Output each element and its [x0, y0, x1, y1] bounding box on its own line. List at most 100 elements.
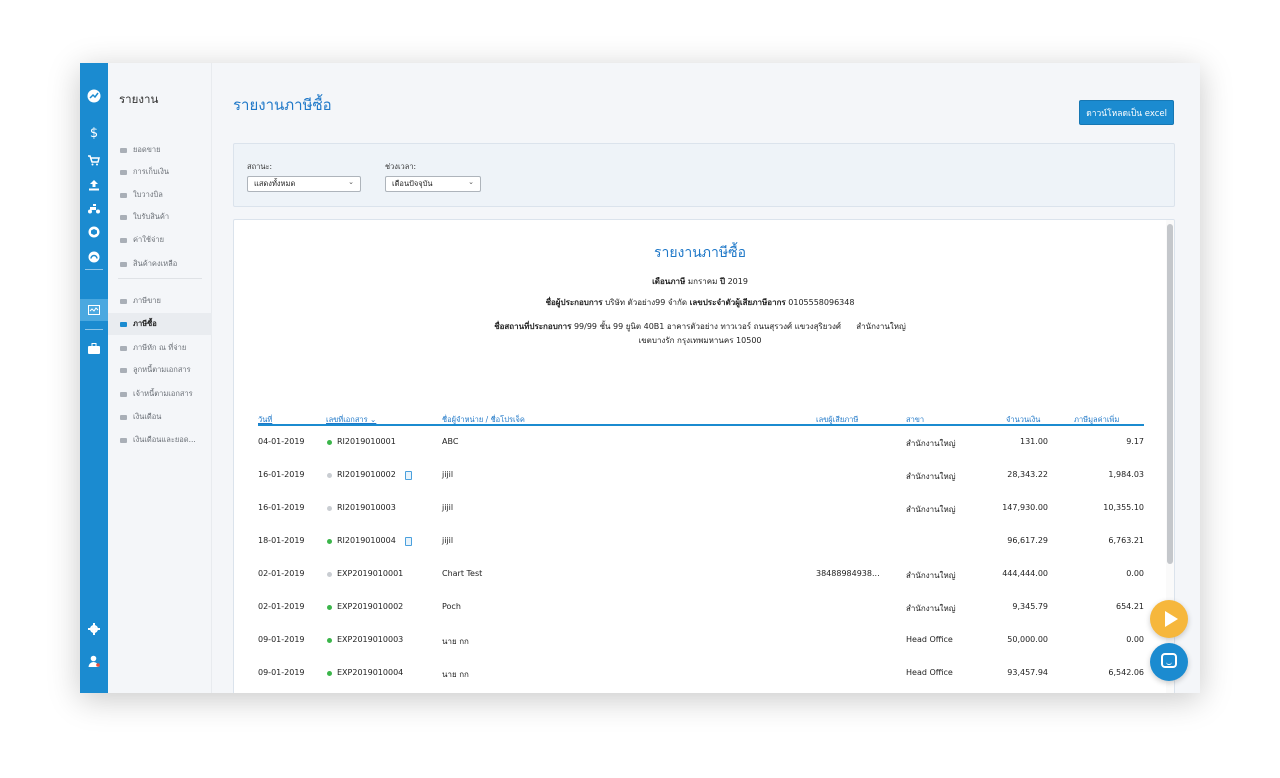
subnav-item-label: การเก็บเงิน — [133, 167, 169, 176]
subnav-item-salary-totals[interactable]: เงินเดือนและยอด... — [108, 429, 212, 451]
subnav-item-label: ค่าใช้จ่าย — [133, 235, 164, 244]
table-row[interactable]: 02-01-2019 EXP2019010001 Chart Test 3848898… — [258, 564, 1144, 586]
row-doc-link[interactable]: EXP2019010002 — [337, 602, 403, 611]
subnav-item-label: เงินเดือน — [133, 412, 162, 421]
row-doc-link[interactable]: EXP2019010004 — [337, 668, 403, 677]
trend-icon[interactable] — [80, 85, 108, 107]
table-row[interactable]: 02-01-2019 EXP2019010002 Poch สำนักงานใหญ่ 9… — [258, 597, 1144, 619]
row-branch: สำนักงานใหญ่ — [906, 439, 956, 448]
status-select-value: แสดงทั้งหมด — [254, 179, 296, 188]
row-branch: สำนักงานใหญ่ — [906, 472, 956, 481]
status-dot-grey — [327, 572, 332, 577]
row-date: 02-01-2019 — [258, 569, 305, 578]
col-taxpayer: เลขผู้เสียภาษี — [816, 415, 859, 424]
cart-icon[interactable] — [80, 149, 108, 171]
list-icon — [120, 169, 127, 175]
col-date[interactable]: วันที่ — [258, 414, 272, 426]
play-icon — [1165, 611, 1178, 627]
subnav-divider — [118, 278, 202, 279]
subnav-item-billing[interactable]: ใบวางบิล — [108, 184, 212, 206]
dollar-icon[interactable]: $ — [80, 122, 108, 144]
tax-year-value: 2019 — [727, 277, 748, 286]
row-doc-link[interactable]: RI2019010002 — [337, 470, 396, 479]
report-icon[interactable] — [80, 299, 108, 321]
period-select[interactable]: เดือนปัจจุบัน ⌄ — [385, 176, 481, 192]
subnav-item-salary[interactable]: เงินเดือน — [108, 406, 212, 428]
subnav-item-receiving[interactable]: ใบรับสินค้า — [108, 206, 212, 228]
table-row[interactable]: 18-01-2019 RI2019010004 jijil 96,617.29 6,76… — [258, 531, 1144, 553]
subnav-item-purchase-tax[interactable]: ภาษีซื้อ — [108, 313, 212, 335]
attachment-icon[interactable] — [405, 471, 412, 480]
period-label: ช่วงเวลา: — [385, 162, 417, 171]
list-icon — [120, 261, 127, 267]
subnav-item-label: เจ้าหนี้ตามเอกสาร — [133, 389, 193, 398]
operator-line: ชื่อผู้ประกอบการ บริษัท ตัวอย่าง99 จำกัด… — [234, 296, 1166, 309]
subnav-item-label: ภาษีหัก ณ ที่จ่าย — [133, 343, 187, 352]
tax-month-value: มกราคม — [687, 277, 718, 286]
col-doc-no[interactable]: เลขที่เอกสาร ⌄ — [326, 414, 376, 426]
address-label: ชื่อสถานที่ประกอบการ — [494, 322, 572, 331]
tax-year-label: ปี — [719, 277, 726, 286]
list-icon — [120, 192, 127, 198]
subnav-item-expenses[interactable]: ค่าใช้จ่าย — [108, 229, 212, 251]
col-vat: ภาษีมูลค่าเพิ่ม — [1074, 415, 1120, 424]
row-doc-link[interactable]: EXP2019010003 — [337, 635, 403, 644]
row-amount: 28,343.22 — [1007, 470, 1048, 479]
upload-icon[interactable] — [80, 174, 108, 196]
address-line-2: เขตบางรัก กรุงเทพมหานคร 10500 — [638, 336, 762, 345]
subnav-item-label: ยอดขาย — [133, 145, 161, 154]
table-row[interactable]: 16-01-2019 RI2019010002 jijil สำนักงานใหญ่ 2… — [258, 465, 1144, 487]
row-vat: 6,542.06 — [1108, 668, 1144, 677]
scrollbar-thumb[interactable] — [1167, 224, 1173, 564]
row-vendor: นาย กก — [442, 637, 469, 646]
briefcase-icon[interactable] — [80, 337, 108, 359]
scooter-icon[interactable] — [80, 197, 108, 219]
subnav-item-sales[interactable]: ยอดขาย — [108, 139, 212, 161]
subnav-item-inventory[interactable]: สินค้าคงเหลือ — [108, 253, 212, 275]
subnav-item-payables[interactable]: เจ้าหนี้ตามเอกสาร — [108, 383, 212, 405]
operator-value: บริษัท ตัวอย่าง99 จำกัด — [605, 298, 688, 307]
subnav-item-collection[interactable]: การเก็บเงิน — [108, 161, 212, 183]
table-row[interactable]: 09-01-2019 EXP2019010004 นาย กก Head Office… — [258, 663, 1144, 685]
subnav-item-label: ใบวางบิล — [133, 190, 163, 199]
attachment-icon[interactable] — [405, 537, 412, 546]
row-doc-link[interactable]: RI2019010001 — [337, 437, 396, 446]
row-doc-link[interactable]: EXP2019010001 — [337, 569, 403, 578]
gauge-icon[interactable] — [80, 246, 108, 268]
row-vat: 6,763.21 — [1108, 536, 1144, 545]
subnav-item-sales-tax[interactable]: ภาษีขาย — [108, 290, 212, 312]
status-dot-green — [327, 671, 332, 676]
page-title: รายงานภาษีซื้อ — [233, 96, 332, 114]
row-doc-link[interactable]: RI2019010003 — [337, 503, 396, 512]
row-date: 18-01-2019 — [258, 536, 305, 545]
row-vat: 1,984.03 — [1108, 470, 1144, 479]
row-date: 16-01-2019 — [258, 503, 305, 512]
status-label: สถานะ: — [247, 162, 273, 171]
period-select-value: เดือนปัจจุบัน — [392, 179, 433, 188]
play-tour-button[interactable] — [1150, 600, 1188, 638]
row-vendor: ABC — [442, 437, 459, 446]
subnav-item-withholding-tax[interactable]: ภาษีหัก ณ ที่จ่าย — [108, 337, 212, 359]
list-icon — [120, 214, 127, 220]
icon-rail: $ — [80, 63, 108, 693]
row-branch: Head Office — [906, 635, 953, 644]
table-row[interactable]: 04-01-2019 RI2019010001 ABC สำนักงานใหญ่ 131… — [258, 432, 1144, 454]
user-icon[interactable] — [80, 650, 108, 672]
status-dot-green — [327, 638, 332, 643]
subnav-item-receivables[interactable]: ลูกหนี้ตามเอกสาร — [108, 359, 212, 381]
row-amount: 93,457.94 — [1007, 668, 1048, 677]
list-icon — [120, 391, 127, 397]
row-vendor: นาย กก — [442, 670, 469, 679]
gear-icon[interactable] — [80, 618, 108, 640]
row-doc-link[interactable]: RI2019010004 — [337, 536, 396, 545]
row-vat: 654.21 — [1116, 602, 1144, 611]
download-excel-button[interactable]: ดาวน์โหลดเป็น excel — [1079, 100, 1174, 125]
table-row[interactable]: 09-01-2019 EXP2019010003 นาย กก Head Office… — [258, 630, 1144, 652]
chat-button[interactable] — [1150, 643, 1188, 681]
row-vat: 0.00 — [1126, 635, 1144, 644]
table-row[interactable]: 16-01-2019 RI2019010003 jijil สำนักงานใหญ่ 1… — [258, 498, 1144, 520]
status-select[interactable]: แสดงทั้งหมด ⌄ — [247, 176, 361, 192]
row-date: 04-01-2019 — [258, 437, 305, 446]
box-icon[interactable] — [80, 221, 108, 243]
address-line: ชื่อสถานที่ประกอบการ 99/99 ชั้น 99 ยูนิต… — [234, 320, 1166, 333]
